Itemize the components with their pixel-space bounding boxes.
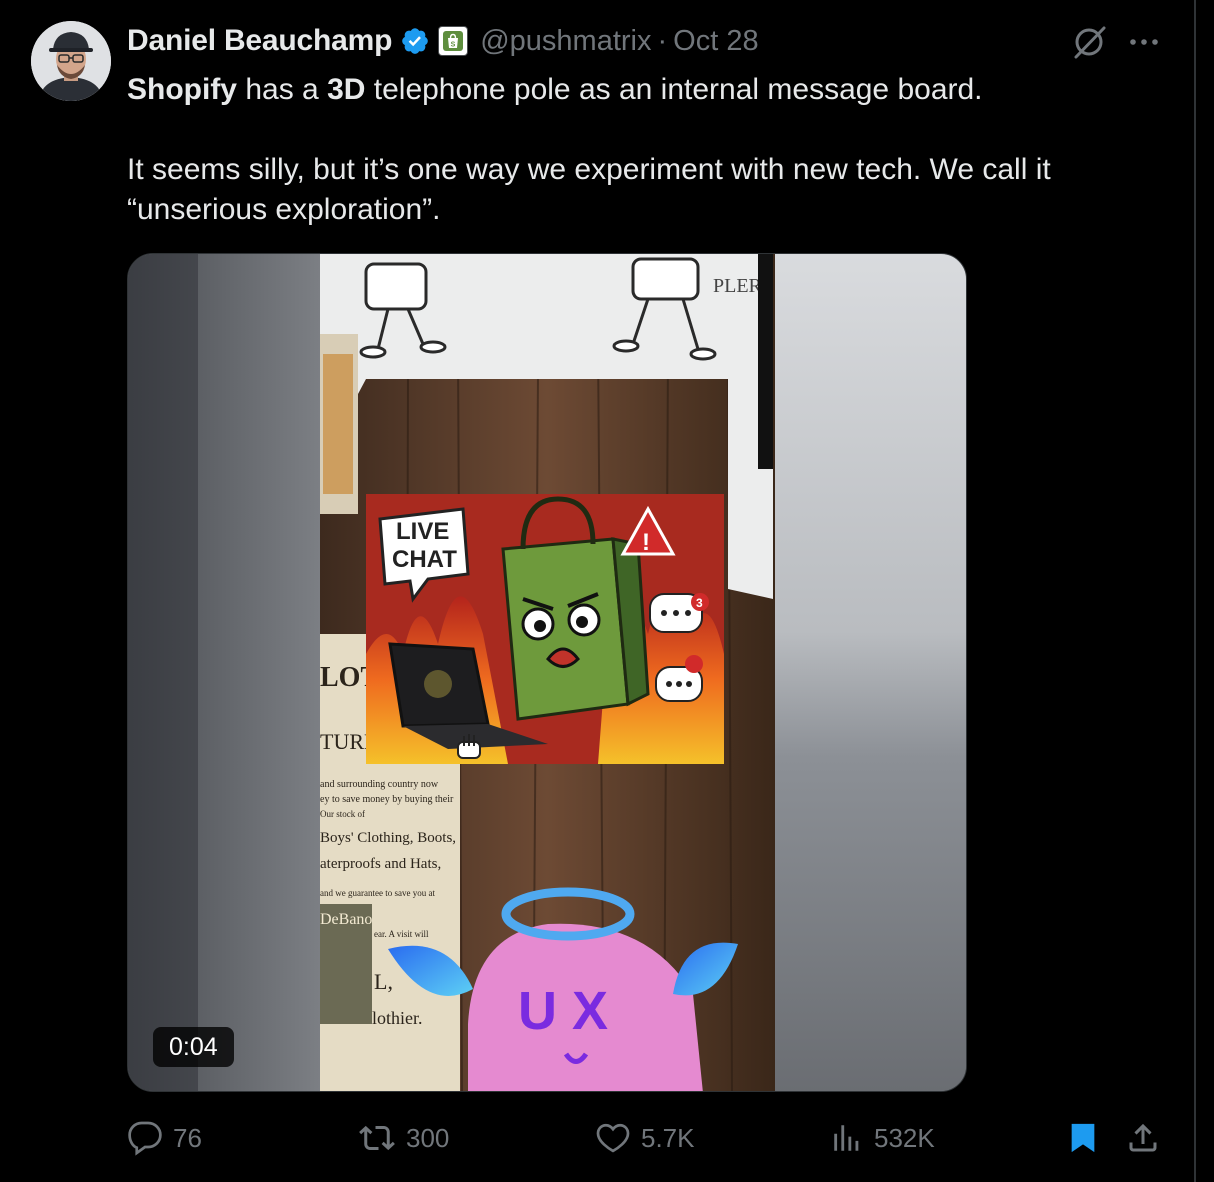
- reply-button[interactable]: 76: [127, 1114, 202, 1162]
- more-icon[interactable]: [1122, 20, 1166, 64]
- tweet-date[interactable]: Oct 28: [673, 25, 758, 58]
- views-count: 532K: [874, 1122, 935, 1153]
- svg-text:!: !: [642, 529, 650, 556]
- poster-text-debano: DeBano: [320, 911, 372, 928]
- poster-text-chat: CHAT: [392, 546, 457, 573]
- column-divider: [1194, 0, 1196, 1182]
- views-icon: [834, 1125, 859, 1151]
- poster-badge-count: 3: [696, 596, 703, 610]
- action-bar: 76 300 5.7K 532K: [0, 1114, 1194, 1162]
- poster-text-body7: ear. A visit will: [374, 929, 429, 939]
- like-icon: [596, 1123, 630, 1153]
- ux-label: U X: [518, 981, 608, 1041]
- like-count: 5.7K: [641, 1122, 695, 1153]
- svg-text:S: S: [451, 42, 456, 49]
- poster-text-body9: lothier.: [372, 1008, 423, 1028]
- reply-icon: [128, 1121, 162, 1156]
- poster-text-body6: and we guarantee to save you at: [320, 888, 435, 898]
- repost-icon: [359, 1125, 395, 1151]
- share-button[interactable]: [1125, 1114, 1171, 1162]
- repost-button[interactable]: 300: [358, 1114, 449, 1162]
- separator-dot: ·: [657, 24, 668, 57]
- poster-text-body2: ey to save money by buying their: [320, 794, 454, 805]
- views-button[interactable]: 532K: [830, 1114, 935, 1162]
- repost-count: 300: [406, 1122, 450, 1153]
- display-name[interactable]: Daniel Beauchamp: [127, 24, 392, 58]
- tweet-text-line-2: It seems silly, but it’s one way we expe…: [127, 153, 1051, 186]
- tweet-text: Shopify has a 3D telephone pole as an in…: [127, 70, 1147, 230]
- bold-shopify: Shopify: [127, 73, 237, 106]
- verified-badge-icon[interactable]: [400, 26, 430, 56]
- poster-text-live: LIVE: [396, 518, 449, 545]
- poster-text-body1: and surrounding country now: [320, 779, 439, 790]
- tweet-text-line-1: Shopify has a 3D telephone pole as an in…: [127, 70, 1147, 110]
- share-icon: [1129, 1123, 1157, 1152]
- poster-text-body8: L,: [374, 969, 393, 994]
- live-chat-poster: LIVE CHAT ! 3: [366, 494, 724, 764]
- bookmark-icon: [1071, 1123, 1095, 1153]
- text-segment: telephone pole as an internal message bo…: [365, 73, 983, 106]
- video-player[interactable]: PLER LOTHING TURDAY, MA and surrounding …: [127, 253, 967, 1092]
- poster-text-pler: PLER: [713, 275, 763, 297]
- poster-text-body3: Our stock of: [320, 809, 365, 819]
- avatar[interactable]: [31, 21, 111, 101]
- tweet-text-line-3: “unserious exploration”.: [127, 193, 441, 226]
- video-frame: PLER LOTHING TURDAY, MA and surrounding …: [128, 254, 966, 1091]
- bookmark-button[interactable]: [1066, 1114, 1110, 1162]
- tweet-header: Daniel Beauchamp S @pushmatrix · Oct 28: [127, 22, 759, 60]
- poster-text-body5: aterproofs and Hats,: [320, 856, 441, 872]
- handle[interactable]: @pushmatrix: [480, 25, 651, 58]
- grok-icon[interactable]: [1068, 20, 1112, 64]
- shopify-affiliate-icon[interactable]: S: [438, 26, 469, 56]
- reply-count: 76: [173, 1122, 202, 1153]
- video-duration-badge: 0:04: [153, 1027, 234, 1067]
- text-segment: has a: [237, 73, 328, 106]
- poster-text-body4: Boys' Clothing, Boots,: [320, 830, 456, 846]
- like-button[interactable]: 5.7K: [595, 1114, 695, 1162]
- bold-3d: 3D: [327, 73, 366, 106]
